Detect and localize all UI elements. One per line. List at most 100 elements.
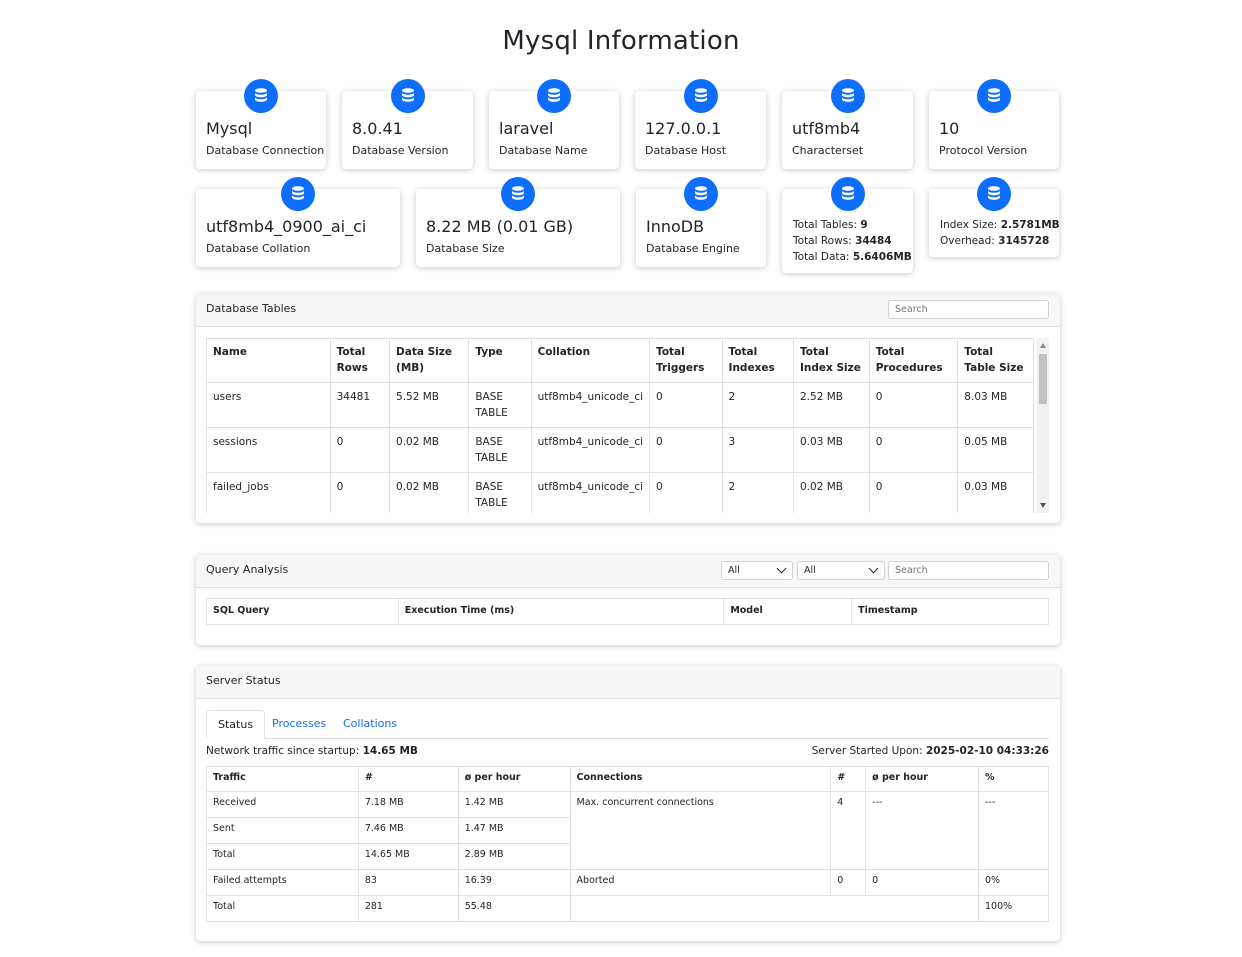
table-cell: users [206,382,331,428]
column-header[interactable]: Total Triggers [649,338,723,383]
scrollbar-thumb[interactable] [1039,354,1047,404]
database-icon [501,177,535,211]
column-header: Connections [569,766,832,792]
column-header[interactable]: Collation [530,338,651,383]
column-header[interactable]: Type [468,338,532,383]
table-cell: 0.02 MB [793,472,870,513]
table-cell: Max. concurrent connections [569,791,832,870]
info-card-protocol: 10 Protocol Version [929,79,1059,169]
table-cell: 0 [649,472,723,513]
database-tables-panel: Database Tables Name Total Rows Data Siz… [196,294,1060,523]
tab-status[interactable]: Status [206,710,266,739]
table-cell: 0.03 MB [793,427,870,473]
column-header: % [978,766,1049,792]
table-cell: BASE TABLE [468,427,532,473]
tab-collations[interactable]: Collations [332,710,408,738]
database-icon [390,79,425,113]
column-header[interactable]: Total Procedures [868,338,959,383]
column-header[interactable]: SQL Query [206,598,399,625]
column-header: ø per hour [457,766,571,792]
column-header[interactable]: Total Index Size [793,338,870,383]
database-icon [537,79,571,113]
server-status-panel: Server Status Status Processes Collation… [196,666,1060,941]
table-cell: 0.05 MB [957,427,1034,473]
scroll-up-arrow-icon[interactable] [1040,343,1046,348]
table-cell: 0 [868,427,959,473]
table-cell: utf8mb4_unicode_ci [530,427,651,473]
table-row: failed_jobs 0 0.02 MB BASE TABLE utf8mb4… [206,472,1034,513]
info-value: InnoDB [646,217,705,236]
chevron-down-icon [868,563,879,574]
table-cell: utf8mb4_unicode_ci [530,382,651,428]
total-rows-line: Total Rows: 34484 [793,235,892,247]
tab-processes[interactable]: Processes [261,710,337,738]
overhead-line: Overhead: 3145728 [940,235,1050,247]
table-cell: 1.47 MB [457,817,571,844]
database-icon [830,177,865,211]
database-icon [683,79,718,113]
table-cell: utf8mb4_unicode_ci [530,472,651,513]
info-card-version: 8.0.41 Database Version [342,79,473,169]
table-cell: 34481 [329,382,391,428]
server-started-summary: Server Started Upon: 2025-02-10 04:33:26 [811,745,1049,757]
table-cell: 14.65 MB [357,843,459,870]
info-label: Database Name [499,144,588,157]
table-cell: --- [978,791,1049,870]
table-row: sessions 0 0.02 MB BASE TABLE utf8mb4_un… [206,427,1034,473]
table-cell: 16.39 [457,869,571,896]
query-analysis-panel: Query Analysis All All SQL Query Executi… [196,555,1060,645]
table-row: Failed attempts 83 16.39 Aborted 0 0 0% [206,869,1049,896]
query-filter-select-1[interactable]: All [721,561,793,580]
table-cell: 0 [649,382,723,428]
info-label: Database Version [352,144,449,157]
index-card: Index Size: 2.5781MB Overhead: 3145728 [929,177,1060,257]
info-label: Protocol Version [939,144,1028,157]
column-header[interactable]: Total Indexes [721,338,795,383]
info-value: 8.22 MB (0.01 GB) [426,217,574,236]
table-header-row: SQL Query Execution Time (ms) Model Time… [206,598,1049,625]
server-status-tabs: Status Processes Collations [206,710,1049,739]
scroll-down-arrow-icon[interactable] [1040,503,1046,508]
table-cell: 0 [868,472,959,513]
panel-header: Database Tables [196,294,1060,327]
table-row: Received 7.18 MB 1.42 MB Max. concurrent… [206,791,1049,870]
column-header[interactable]: Total Rows [329,338,391,383]
tables-scroll-area[interactable]: Name Total Rows Data Size (MB) Type Coll… [206,338,1034,513]
table-cell: Total [206,895,359,922]
info-card-collation: utf8mb4_0900_ai_ci Database Collation [196,177,400,267]
table-cell [569,895,980,922]
vertical-scrollbar[interactable] [1037,338,1049,513]
chevron-down-icon [776,563,787,574]
query-search-input[interactable] [888,561,1049,580]
page-title: Mysql Information [502,26,740,56]
table-cell: 281 [357,895,459,922]
info-label: Database Engine [646,242,740,255]
query-analysis-table: SQL Query Execution Time (ms) Model Time… [206,598,1049,625]
tables-search-input[interactable] [888,300,1049,319]
table-cell: sessions [206,427,331,473]
table-cell: 2 [721,382,795,428]
database-icon [244,79,278,113]
table-cell: 0.02 MB [389,472,470,513]
info-value: Mysql [206,119,253,138]
column-header[interactable]: Total Table Size [957,338,1034,383]
panel-title: Query Analysis [206,563,289,576]
column-header[interactable]: Model [723,598,853,625]
table-cell: 0.02 MB [389,427,470,473]
table-cell: BASE TABLE [468,382,532,428]
column-header[interactable]: Timestamp [851,598,1049,625]
table-cell: BASE TABLE [468,472,532,513]
network-traffic-summary: Network traffic since startup: 14.65 MB [206,745,418,757]
database-icon [281,177,315,211]
info-card-host: 127.0.0.1 Database Host [635,79,766,169]
table-cell: 0 [865,869,979,896]
query-filter-select-2[interactable]: All [797,561,885,580]
database-icon [830,79,865,113]
column-header[interactable]: Execution Time (ms) [397,598,725,625]
column-header[interactable]: Name [206,338,331,383]
panel-header: Server Status [196,666,1060,699]
info-card-connection: Mysql Database Connection [196,79,326,169]
column-header: # [357,766,459,792]
column-header[interactable]: Data Size (MB) [389,338,470,383]
panel-title: Database Tables [206,302,297,315]
